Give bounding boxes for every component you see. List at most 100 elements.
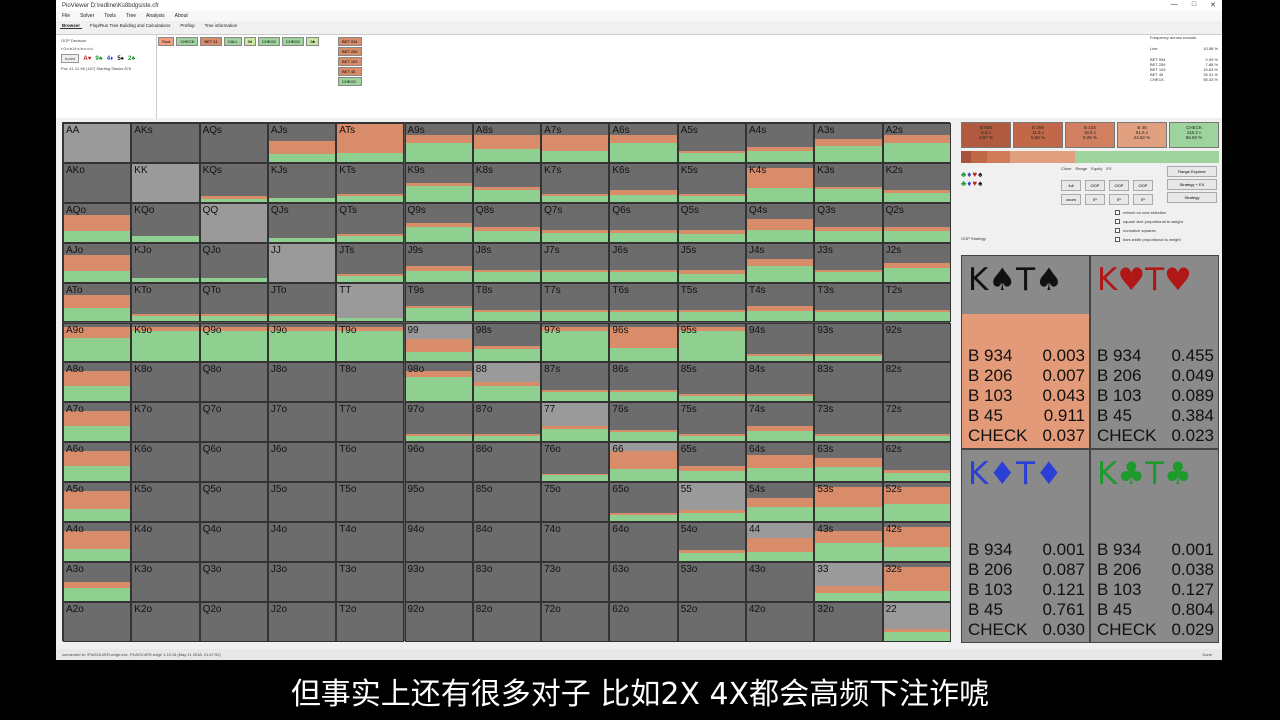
combo-card[interactable]: K♣T♣ B 934 0.001 B 206 0.038 B 103 0.127 B 45 0.… bbox=[1091, 450, 1218, 642]
hand-cell[interactable]: JJ bbox=[267, 242, 337, 283]
hand-cell[interactable]: 63o bbox=[609, 561, 678, 602]
hand-cell[interactable]: KTs bbox=[336, 162, 405, 203]
hand-cell[interactable]: Q2s bbox=[882, 202, 951, 243]
hand-cell[interactable]: Q2o bbox=[199, 601, 268, 642]
hand-cell[interactable]: Q5o bbox=[199, 482, 268, 522]
hand-cell[interactable]: 77 bbox=[541, 402, 610, 443]
hand-cell[interactable]: Q7o bbox=[199, 402, 268, 443]
hand-cell[interactable]: 32s bbox=[882, 561, 951, 602]
hand-cell[interactable]: 76s bbox=[609, 402, 678, 443]
hand-cell[interactable]: Q8s bbox=[472, 202, 542, 243]
hand-cell[interactable]: A6s bbox=[609, 123, 678, 163]
summary-box[interactable]: B 45 51.5 c 24.62 % bbox=[1117, 122, 1167, 148]
hand-cell[interactable]: KTo bbox=[131, 282, 200, 323]
hand-cell[interactable]: T8s bbox=[472, 282, 542, 323]
hand-cell[interactable]: J9s bbox=[404, 242, 473, 283]
hand-cell[interactable]: 66 bbox=[609, 442, 678, 483]
hand-cell[interactable]: T5o bbox=[336, 482, 405, 522]
hand-cell[interactable]: J6s bbox=[609, 242, 678, 283]
equity-ip-button[interactable]: IP bbox=[1109, 194, 1129, 205]
hand-cell[interactable]: KK bbox=[131, 162, 200, 203]
hand-cell[interactable]: 75s bbox=[677, 402, 746, 443]
tab-browser[interactable]: Browser bbox=[60, 23, 83, 29]
maximize-button[interactable]: □ bbox=[1192, 1, 1196, 9]
hand-cell[interactable]: J2s bbox=[882, 242, 951, 283]
hand-cell[interactable]: K3s bbox=[814, 162, 883, 203]
tab-tree-information[interactable]: Tree information bbox=[203, 23, 240, 28]
hand-cell[interactable]: 95o bbox=[404, 482, 473, 522]
hand-cell[interactable]: 62o bbox=[609, 601, 678, 642]
menu-analysis[interactable]: Analysis bbox=[146, 13, 165, 19]
menu-tree[interactable]: Tree bbox=[126, 13, 136, 19]
action-step[interactable]: CHECK bbox=[282, 37, 305, 46]
hand-cell[interactable]: K2o bbox=[131, 601, 200, 642]
hand-cell[interactable]: 85o bbox=[472, 482, 542, 522]
action-step[interactable]: 2♣ bbox=[306, 37, 319, 46]
hand-cell[interactable]: 82s bbox=[882, 362, 951, 403]
combo-card[interactable]: K♦T♦ B 934 0.001 B 206 0.087 B 103 0.121 B 45 0.… bbox=[962, 450, 1089, 642]
hand-cell[interactable]: 72o bbox=[541, 601, 610, 642]
hand-cell[interactable]: T2s bbox=[882, 282, 951, 323]
hand-cell[interactable]: 97s bbox=[541, 322, 610, 363]
action-option[interactable]: BET 45 bbox=[338, 67, 362, 76]
hand-cell[interactable]: 96s bbox=[609, 322, 678, 363]
hand-cell[interactable]: T8o bbox=[336, 362, 405, 403]
hand-cell[interactable]: K7o bbox=[131, 402, 200, 443]
hand-cell[interactable]: AJs bbox=[267, 123, 337, 163]
action-step[interactable]: Root bbox=[158, 37, 175, 46]
hand-cell[interactable]: Q8o bbox=[199, 362, 268, 403]
hand-cell[interactable]: 54s bbox=[746, 482, 815, 522]
range-explorer-button[interactable]: Range Explorer bbox=[1167, 166, 1217, 177]
hand-cell[interactable]: K2s bbox=[882, 162, 951, 203]
hand-cell[interactable]: J4o bbox=[267, 522, 337, 562]
hand-cell[interactable]: 54o bbox=[677, 522, 746, 562]
hand-cell[interactable]: KJo bbox=[131, 242, 200, 283]
hand-cell[interactable]: Q6s bbox=[609, 202, 678, 243]
hand-cell[interactable]: QTo bbox=[199, 282, 268, 323]
hand-cell[interactable]: ATo bbox=[63, 282, 132, 323]
hand-cell[interactable]: A2o bbox=[63, 601, 132, 642]
hand-cell[interactable]: K6o bbox=[131, 442, 200, 483]
hand-cell[interactable]: 32o bbox=[814, 601, 883, 642]
hand-cell[interactable]: J5o bbox=[267, 482, 337, 522]
ev-oop-button[interactable]: OOP bbox=[1133, 180, 1153, 191]
hand-cell[interactable]: 42s bbox=[882, 522, 951, 562]
hand-cell[interactable]: K8o bbox=[131, 362, 200, 403]
hand-cell[interactable]: J3o bbox=[267, 561, 337, 602]
equity-oop-button[interactable]: OOP bbox=[1109, 180, 1129, 191]
hand-cell[interactable]: 65s bbox=[677, 442, 746, 483]
hand-cell[interactable]: 72s bbox=[882, 402, 951, 443]
option-bars-width[interactable]: bars width proportional to weight bbox=[1115, 235, 1183, 244]
hand-cell[interactable]: 92o bbox=[404, 601, 473, 642]
hand-cell[interactable]: 88 bbox=[472, 362, 542, 403]
checkbox[interactable] bbox=[1115, 228, 1120, 234]
menu-about[interactable]: About bbox=[175, 13, 188, 19]
hand-cell[interactable]: TT bbox=[336, 282, 405, 323]
hand-cell[interactable]: 84s bbox=[746, 362, 815, 403]
hand-cell[interactable]: Q3s bbox=[814, 202, 883, 243]
hand-cell[interactable]: 83o bbox=[472, 561, 542, 602]
action-option[interactable]: BET 934 bbox=[338, 37, 362, 46]
hand-cell[interactable]: K7s bbox=[541, 162, 610, 203]
hand-cell[interactable]: T4o bbox=[336, 522, 405, 562]
hand-cell[interactable]: T7s bbox=[541, 282, 610, 323]
tab-tree-building[interactable]: Flop/Run Tree Building and Calculations bbox=[88, 23, 172, 28]
close-button[interactable]: ✕ bbox=[1210, 1, 1216, 9]
range-oop-button[interactable]: OOP bbox=[1085, 180, 1105, 191]
hand-cell[interactable]: 53o bbox=[677, 561, 746, 602]
summary-box[interactable]: B 206 11.9 c 5.56 % bbox=[1013, 122, 1063, 148]
hand-cell[interactable]: 82o bbox=[472, 601, 542, 642]
hand-cell[interactable]: A7o bbox=[63, 402, 132, 443]
hand-cell[interactable]: 52o bbox=[677, 601, 746, 642]
hand-cell[interactable]: AA bbox=[63, 123, 132, 163]
hand-cell[interactable]: QQ bbox=[199, 202, 268, 243]
hand-cell[interactable]: K9s bbox=[404, 162, 473, 203]
hand-cell[interactable]: A9o bbox=[63, 322, 132, 363]
hand-cell[interactable]: T4s bbox=[746, 282, 815, 323]
hand-cell[interactable]: JTo bbox=[267, 282, 337, 323]
hand-cell[interactable]: K5s bbox=[677, 162, 746, 203]
hand-cell[interactable]: 98o bbox=[404, 362, 473, 403]
hand-cell[interactable]: 92s bbox=[882, 322, 951, 363]
hand-cell[interactable]: A4s bbox=[746, 123, 815, 163]
hand-cell[interactable]: 43s bbox=[814, 522, 883, 562]
